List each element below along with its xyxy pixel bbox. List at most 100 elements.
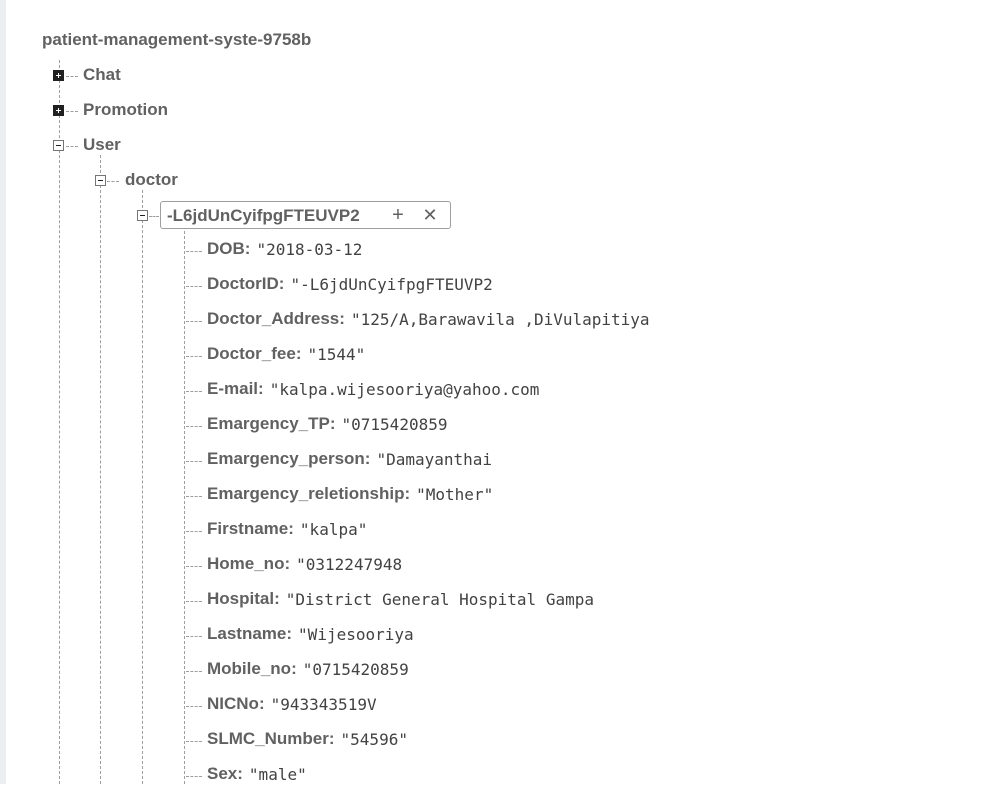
field-key[interactable]: Doctor_Address bbox=[207, 309, 339, 328]
connector-user bbox=[66, 146, 78, 147]
field-row[interactable]: Home_no: "0312247948 bbox=[207, 554, 402, 578]
connector-chat bbox=[66, 76, 78, 77]
field-key[interactable]: DoctorID bbox=[207, 274, 279, 293]
connector-field bbox=[186, 321, 202, 322]
field-value[interactable]: "District General Hospital Gampa bbox=[286, 590, 594, 609]
field-value[interactable]: "kalpa.wijesooriya@yahoo.com bbox=[270, 380, 540, 399]
connector-field bbox=[186, 776, 202, 777]
connector-promotion bbox=[66, 111, 78, 112]
connector-field bbox=[186, 496, 202, 497]
connector-record bbox=[149, 216, 159, 217]
tree-node-promotion[interactable]: Promotion bbox=[83, 100, 168, 120]
connector-field bbox=[186, 426, 202, 427]
field-separator: : bbox=[284, 554, 291, 573]
field-separator: : bbox=[244, 239, 251, 258]
field-key[interactable]: Doctor_fee bbox=[207, 344, 296, 363]
field-separator: : bbox=[288, 519, 294, 538]
add-child-button[interactable]: + bbox=[387, 203, 409, 227]
connector-field bbox=[186, 636, 202, 637]
field-separator: : bbox=[278, 274, 285, 293]
field-row[interactable]: Emargency_TP: "0715420859 bbox=[207, 414, 447, 438]
record-node[interactable]: -L6jdUnCyifpgFTEUVP2 + ✕ bbox=[160, 201, 451, 229]
delete-node-button[interactable]: ✕ bbox=[419, 203, 441, 227]
field-key[interactable]: DOB bbox=[207, 239, 245, 258]
field-value[interactable]: "943343519V bbox=[271, 695, 377, 714]
tree-node-chat[interactable]: Chat bbox=[83, 65, 121, 85]
field-key[interactable]: Home_no bbox=[207, 554, 284, 573]
database-root-name[interactable]: patient-management-syste-9758b bbox=[42, 30, 311, 50]
tree-node-user[interactable]: User bbox=[83, 135, 121, 155]
field-separator: : bbox=[364, 449, 371, 468]
collapse-doctor-icon[interactable] bbox=[95, 175, 106, 186]
field-key[interactable]: Emargency_TP bbox=[207, 414, 330, 433]
connector-field bbox=[186, 741, 202, 742]
tree-guide-user bbox=[100, 155, 101, 784]
field-value[interactable]: "Wijesooriya bbox=[298, 625, 414, 644]
field-row[interactable]: Lastname: "Wijesooriya bbox=[207, 624, 414, 648]
field-value[interactable]: "54596" bbox=[341, 730, 408, 749]
tree-node-doctor[interactable]: doctor bbox=[125, 170, 178, 190]
field-separator: : bbox=[328, 729, 335, 748]
field-key[interactable]: Emargency_person bbox=[207, 449, 365, 468]
field-key[interactable]: E-mail bbox=[207, 379, 258, 398]
field-row[interactable]: Mobile_no: "0715420859 bbox=[207, 659, 409, 683]
tree-guide-record bbox=[184, 226, 185, 784]
field-row[interactable]: DoctorID: "-L6jdUnCyifpgFTEUVP2 bbox=[207, 274, 493, 298]
field-row[interactable]: Emargency_reletionship: "Mother" bbox=[207, 484, 493, 508]
field-value[interactable]: "male" bbox=[249, 765, 307, 784]
field-key[interactable]: Emargency_reletionship bbox=[207, 484, 404, 503]
field-row[interactable]: Hospital: "District General Hospital Gamp… bbox=[207, 589, 594, 613]
field-row[interactable]: NICNo: "943343519V bbox=[207, 694, 377, 718]
tree-guide-doctor bbox=[142, 190, 143, 784]
field-key[interactable]: NICNo bbox=[207, 694, 259, 713]
field-value[interactable]: "2018-03-12 bbox=[256, 240, 362, 259]
field-separator: : bbox=[258, 694, 265, 713]
field-value[interactable]: "0715420859 bbox=[342, 415, 448, 434]
field-row[interactable]: Firstname: "kalpa" bbox=[207, 519, 367, 543]
field-value[interactable]: "Damayanthai bbox=[376, 450, 492, 469]
tree-guide-root bbox=[59, 60, 60, 784]
connector-field bbox=[186, 356, 202, 357]
connector-field bbox=[186, 391, 202, 392]
connector-field bbox=[186, 251, 202, 252]
collapse-user-icon[interactable] bbox=[53, 140, 64, 151]
expand-chat-icon[interactable] bbox=[53, 70, 64, 81]
connector-doctor bbox=[107, 181, 119, 182]
field-value[interactable]: "1544" bbox=[307, 345, 365, 364]
field-row[interactable]: Doctor_fee: "1544" bbox=[207, 344, 365, 368]
field-separator: : bbox=[291, 659, 297, 678]
field-value[interactable]: "kalpa" bbox=[300, 520, 367, 539]
connector-field bbox=[186, 566, 202, 567]
field-separator: : bbox=[274, 589, 280, 608]
expand-promotion-icon[interactable] bbox=[53, 105, 64, 116]
field-key[interactable]: Firstname bbox=[207, 519, 288, 538]
connector-field bbox=[186, 601, 202, 602]
connector-field bbox=[186, 671, 202, 672]
field-key[interactable]: Lastname bbox=[207, 624, 286, 643]
field-separator: : bbox=[404, 484, 411, 503]
field-key[interactable]: Mobile_no bbox=[207, 659, 291, 678]
field-value[interactable]: "125/A,Barawavila ,DiVulapitiya bbox=[351, 310, 650, 329]
field-value[interactable]: "Mother" bbox=[416, 485, 493, 504]
field-key[interactable]: SLMC_Number bbox=[207, 729, 329, 748]
field-row[interactable]: E-mail: "kalpa.wijesooriya@yahoo.com bbox=[207, 379, 539, 403]
record-key[interactable]: -L6jdUnCyifpgFTEUVP2 bbox=[167, 206, 360, 226]
field-separator: : bbox=[237, 764, 243, 783]
field-separator: : bbox=[339, 309, 345, 328]
field-key[interactable]: Sex bbox=[207, 764, 237, 783]
left-rail bbox=[0, 0, 6, 784]
field-separator: : bbox=[329, 414, 336, 433]
connector-field bbox=[186, 286, 202, 287]
field-separator: : bbox=[286, 624, 293, 643]
field-row[interactable]: Sex: "male" bbox=[207, 764, 307, 788]
field-row[interactable]: Doctor_Address: "125/A,Barawavila ,DiVula… bbox=[207, 309, 650, 333]
field-row[interactable]: SLMC_Number: "54596" bbox=[207, 729, 408, 753]
field-value[interactable]: "-L6jdUnCyifpgFTEUVP2 bbox=[290, 275, 492, 294]
field-row[interactable]: Emargency_person: "Damayanthai bbox=[207, 449, 492, 473]
collapse-record-icon[interactable] bbox=[137, 210, 148, 221]
field-key[interactable]: Hospital bbox=[207, 589, 274, 608]
field-row[interactable]: DOB: "2018-03-12 bbox=[207, 239, 362, 263]
field-value[interactable]: "0312247948 bbox=[296, 555, 402, 574]
field-value[interactable]: "0715420859 bbox=[303, 660, 409, 679]
field-separator: : bbox=[295, 344, 302, 363]
